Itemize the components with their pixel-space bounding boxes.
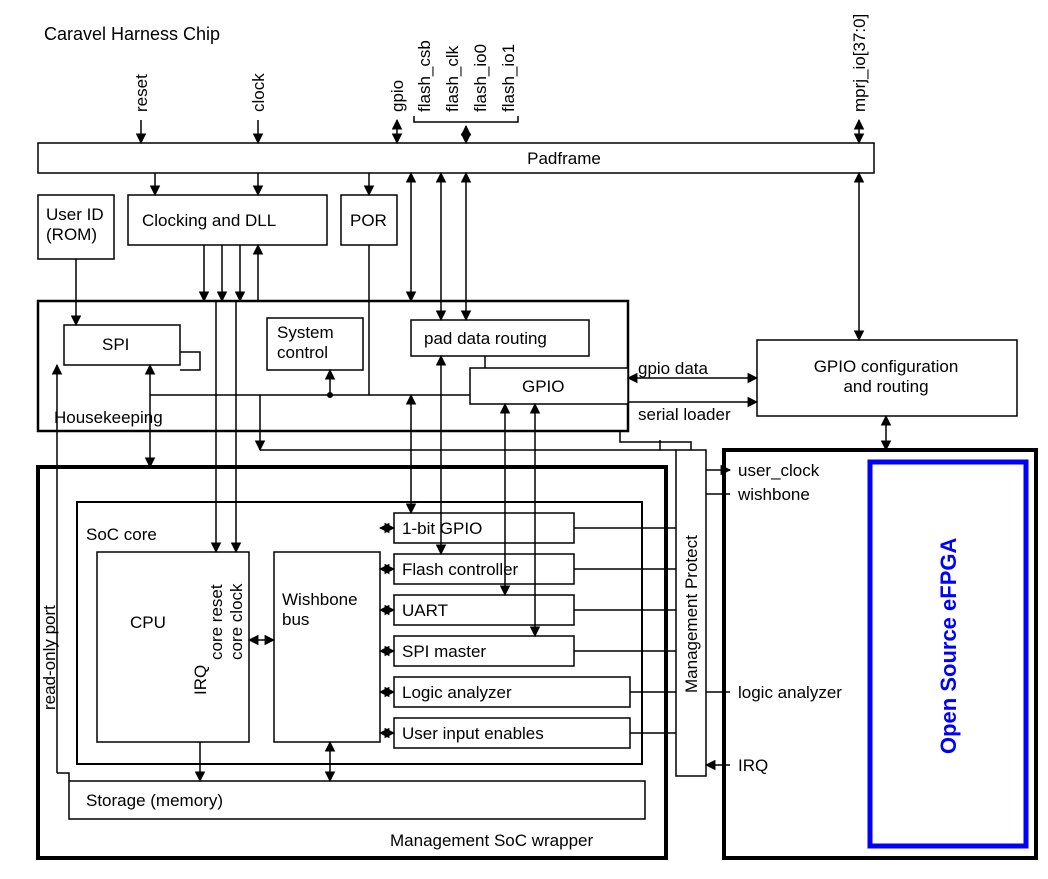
label-core-reset: core reset <box>207 584 226 660</box>
label-gpio: GPIO <box>522 377 565 396</box>
signal-flash-csb: flash_csb <box>415 40 434 112</box>
label-gpio-config-2: and routing <box>843 377 928 396</box>
label-user-input-enables: User input enables <box>402 724 544 743</box>
label-user-id-1: User ID <box>46 205 104 224</box>
label-housekeeping: Housekeeping <box>54 408 163 427</box>
signal-flash-io1: flash_io1 <box>499 44 518 112</box>
label-core-clock: core clock <box>227 583 246 660</box>
label-mgmt-soc-wrapper: Management SoC wrapper <box>390 831 594 850</box>
block-padframe <box>38 143 874 173</box>
label-wishbone-bus-1: Wishbone <box>282 590 358 609</box>
signal-mprj-io: mprj_io[37:0] <box>850 14 869 112</box>
label-user-clock: user_clock <box>738 461 820 480</box>
block-wishbone-bus <box>274 552 380 742</box>
label-read-only-port: read-only port <box>40 605 59 710</box>
label-irq-cpu: IRQ <box>191 665 210 695</box>
label-1bit-gpio: 1-bit GPIO <box>402 519 482 538</box>
signal-reset: reset <box>132 74 151 112</box>
label-wishbone-bus-2: bus <box>282 610 309 629</box>
label-gpio-config-1: GPIO configuration <box>814 357 959 376</box>
label-efpga: Open Source eFPGA <box>936 538 961 754</box>
label-system-control-2: control <box>277 343 328 362</box>
signal-gpio: gpio <box>388 80 407 112</box>
label-soc-core: SoC core <box>86 525 157 544</box>
label-user-id-2: (ROM) <box>46 225 97 244</box>
label-spi: SPI <box>102 335 129 354</box>
label-padframe: Padframe <box>527 149 601 168</box>
label-spi-master: SPI master <box>402 642 486 661</box>
diagram-title: Caravel Harness Chip <box>44 24 220 44</box>
label-uart: UART <box>402 601 448 620</box>
label-serial-loader: serial loader <box>638 405 731 424</box>
label-flash-ctrl: Flash controller <box>402 560 519 579</box>
label-clocking: Clocking and DLL <box>142 211 276 230</box>
label-mgmt-protect: Management Protect <box>682 535 701 693</box>
diagram-canvas: Caravel Harness Chip reset clock gpio fl… <box>0 0 1048 879</box>
signal-flash-io0: flash_io0 <box>471 44 490 112</box>
label-gpio-data: gpio data <box>638 359 708 378</box>
label-storage: Storage (memory) <box>86 791 223 810</box>
label-pad-data-routing: pad data routing <box>424 329 547 348</box>
signal-clock: clock <box>249 73 268 112</box>
label-cpu: CPU <box>130 613 166 632</box>
signal-flash-clk: flash_clk <box>443 45 462 112</box>
label-logic-analyzer: Logic analyzer <box>402 683 512 702</box>
label-system-control-1: System <box>277 323 334 342</box>
label-irq-sig: IRQ <box>738 756 768 775</box>
label-wishbone-sig: wishbone <box>737 485 810 504</box>
label-por: POR <box>350 211 387 230</box>
label-logic-analyzer-sig: logic analyzer <box>738 683 842 702</box>
